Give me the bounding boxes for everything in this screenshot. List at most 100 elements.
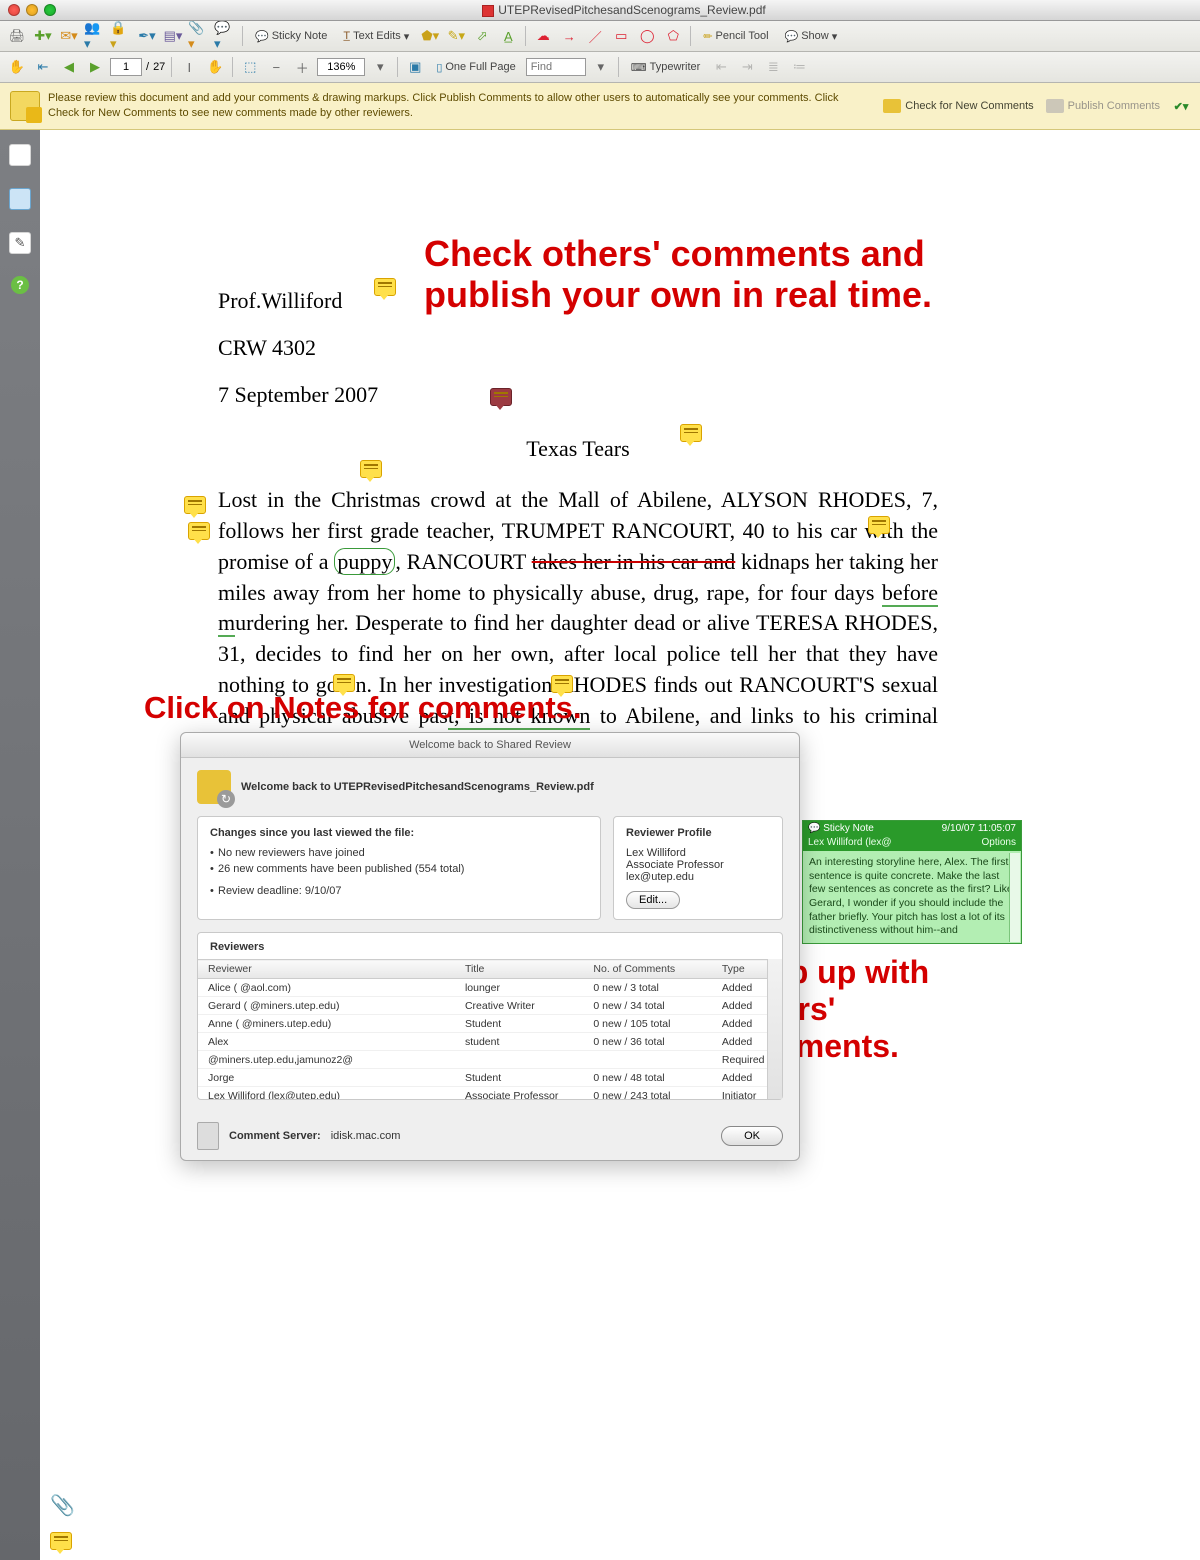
- zoom-input[interactable]: [317, 58, 365, 76]
- zoom-out-icon[interactable]: −: [265, 56, 287, 78]
- changes-panel: Changes since you last viewed the file: …: [197, 816, 601, 920]
- table-cell: 0 new / 48 total: [583, 1069, 711, 1087]
- highlight-icon[interactable]: ✎▾: [445, 25, 467, 47]
- secure-icon[interactable]: 🔒▾: [110, 25, 132, 47]
- table-cell: Student: [455, 1015, 583, 1033]
- document-canvas[interactable]: Prof.Williford CRW 4302 7 September 2007…: [40, 130, 1200, 1560]
- form-icon[interactable]: ▤▾: [162, 25, 184, 47]
- sticky-note-icon[interactable]: [188, 522, 210, 540]
- sticky-note-icon[interactable]: [868, 516, 890, 534]
- table-row[interactable]: Gerard ( @miners.utep.edu)Creative Write…: [198, 997, 782, 1015]
- zoom-in-icon[interactable]: ＋: [291, 56, 313, 78]
- popup-type: Sticky Note: [823, 823, 874, 834]
- zoom-window-icon[interactable]: [44, 4, 56, 16]
- popup-scrollbar[interactable]: [1009, 853, 1020, 942]
- reviewers-scroll[interactable]: Reviewer Title No. of Comments Type Alic…: [198, 959, 782, 1099]
- multimedia-icon[interactable]: 📎▾: [188, 25, 210, 47]
- print-icon[interactable]: 🖨: [6, 25, 28, 47]
- minimize-window-icon[interactable]: [26, 4, 38, 16]
- pencil-tool-button[interactable]: ✏Pencil Tool: [697, 25, 774, 47]
- table-row[interactable]: Alice ( @aol.com)lounger0 new / 3 totalA…: [198, 979, 782, 997]
- sign-icon[interactable]: ✒▾: [136, 25, 158, 47]
- collab-icon[interactable]: 👥▾: [84, 25, 106, 47]
- text-edits-button[interactable]: T̲Text Edits▾: [337, 25, 415, 47]
- typewriter-button[interactable]: ⌨Typewriter: [625, 56, 707, 78]
- table-cell: lounger: [455, 979, 583, 997]
- col-comments[interactable]: No. of Comments: [583, 960, 711, 979]
- publish-comments-button[interactable]: Publish Comments: [1046, 99, 1160, 113]
- circle-annotation[interactable]: puppy: [334, 548, 395, 575]
- one-full-page-button[interactable]: ▯One Full Page: [430, 56, 521, 78]
- col-reviewer[interactable]: Reviewer: [198, 960, 455, 979]
- find-dropdown-icon[interactable]: ▾: [590, 56, 612, 78]
- col-title[interactable]: Title: [455, 960, 583, 979]
- table-cell: @miners.utep.edu,jamunoz2@: [198, 1051, 455, 1069]
- table-cell: Added: [712, 1069, 782, 1087]
- signatures-panel-icon[interactable]: [9, 232, 31, 254]
- review-check-icon[interactable]: ✔▾: [1172, 97, 1190, 115]
- arrow-shape-icon[interactable]: →: [558, 25, 580, 47]
- sticky-note-icon[interactable]: [680, 424, 702, 442]
- table-row[interactable]: JorgeStudent0 new / 48 totalAdded: [198, 1069, 782, 1087]
- zoom-dropdown-icon[interactable]: ▾: [369, 56, 391, 78]
- sticky-note-icon[interactable]: [374, 278, 396, 296]
- page-sep: /: [146, 61, 149, 73]
- strikeout-annotation[interactable]: takes her in his car and: [532, 549, 736, 574]
- sticky-note-icon[interactable]: [184, 496, 206, 514]
- popup-options[interactable]: Options: [982, 837, 1016, 848]
- find-input[interactable]: [526, 58, 586, 76]
- outdent-icon[interactable]: ⇤: [710, 56, 732, 78]
- polygon-shape-icon[interactable]: ⬠: [662, 25, 684, 47]
- edit-profile-button[interactable]: Edit...: [626, 891, 680, 909]
- share-icon[interactable]: ✉▾: [58, 25, 80, 47]
- window-titlebar: UTEPRevisedPitchesandScenograms_Review.p…: [0, 0, 1200, 21]
- callout-icon[interactable]: ⬀: [471, 25, 493, 47]
- table-cell: Initiator: [712, 1087, 782, 1100]
- bookmarks-panel-icon[interactable]: [9, 188, 31, 210]
- table-cell: 0 new / 34 total: [583, 997, 711, 1015]
- rect-shape-icon[interactable]: ▭: [610, 25, 632, 47]
- popup-body[interactable]: An interesting storyline here, Alex. The…: [803, 851, 1021, 943]
- table-row[interactable]: Alexstudent0 new / 36 totalAdded: [198, 1033, 782, 1051]
- table-row[interactable]: @miners.utep.edu,jamunoz2@Required: [198, 1051, 782, 1069]
- list-icon[interactable]: ≣: [762, 56, 784, 78]
- col-type[interactable]: Type: [712, 960, 782, 979]
- pages-panel-icon[interactable]: [9, 144, 31, 166]
- page-number-input[interactable]: [110, 58, 142, 76]
- check-new-comments-button[interactable]: Check for New Comments: [883, 99, 1033, 113]
- first-page-icon[interactable]: ⇤: [32, 56, 54, 78]
- cloud-icon[interactable]: ☁: [532, 25, 554, 47]
- close-window-icon[interactable]: [8, 4, 20, 16]
- comment-popup[interactable]: 💬 Sticky Note 9/10/07 11:05:07 Lex Willi…: [802, 820, 1022, 944]
- stamp-icon[interactable]: ⬟▾: [419, 25, 441, 47]
- comment-icon[interactable]: 💬▾: [214, 25, 236, 47]
- numbered-list-icon[interactable]: ≔: [788, 56, 810, 78]
- sticky-note-icon[interactable]: [490, 388, 512, 406]
- line-shape-icon[interactable]: ／: [584, 25, 606, 47]
- next-page-icon[interactable]: ▶: [84, 56, 106, 78]
- pan-icon[interactable]: ✋: [6, 56, 28, 78]
- sticky-note-icon[interactable]: [50, 1532, 72, 1550]
- marquee-icon[interactable]: ⬚: [239, 56, 261, 78]
- add-icon[interactable]: ✚▾: [32, 25, 54, 47]
- indent-icon[interactable]: ⇥: [736, 56, 758, 78]
- ok-button[interactable]: OK: [721, 1126, 783, 1146]
- oval-shape-icon[interactable]: ◯: [636, 25, 658, 47]
- profile-title: Associate Professor: [626, 859, 770, 871]
- fit-page-icon[interactable]: ▣: [404, 56, 426, 78]
- server-label: Comment Server:: [229, 1130, 321, 1142]
- sticky-note-icon[interactable]: [360, 460, 382, 478]
- textbox-icon[interactable]: A̲: [497, 25, 519, 47]
- hand-tool-icon[interactable]: ✋: [204, 56, 226, 78]
- show-menu-button[interactable]: 💬Show▾: [779, 25, 844, 47]
- table-row[interactable]: Lex Williford (lex@utep.edu)Associate Pr…: [198, 1087, 782, 1100]
- sticky-note-button[interactable]: 💬Sticky Note: [249, 25, 333, 47]
- table-row[interactable]: Anne ( @miners.utep.edu)Student0 new / 1…: [198, 1015, 782, 1033]
- reviewers-heading: Reviewers: [198, 941, 782, 959]
- select-tool-icon[interactable]: I: [178, 56, 200, 78]
- review-banner-icon: [10, 91, 40, 121]
- help-icon[interactable]: ?: [11, 276, 29, 294]
- attachment-icon[interactable]: 📎: [50, 1493, 75, 1518]
- prev-page-icon[interactable]: ◀: [58, 56, 80, 78]
- table-cell: Jorge: [198, 1069, 455, 1087]
